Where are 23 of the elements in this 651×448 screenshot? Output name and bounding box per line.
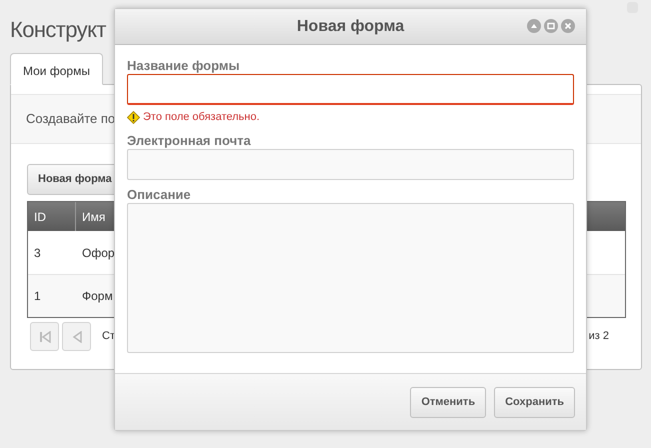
page-label: Ст xyxy=(102,329,115,344)
close-icon[interactable] xyxy=(561,19,575,33)
dialog-button[interactable]: Отменить xyxy=(410,386,486,418)
field-label: Электронная почта xyxy=(127,132,251,148)
table-cell: 3 xyxy=(34,246,41,260)
table-cell: 1 xyxy=(34,289,41,303)
tab[interactable]: Мои формы xyxy=(10,53,103,85)
description-field[interactable] xyxy=(127,202,574,352)
dialog-button[interactable]: Сохранить xyxy=(494,386,575,418)
field-label: Название формы xyxy=(127,58,240,74)
warning-icon xyxy=(127,110,140,124)
previous-page-icon xyxy=(72,330,82,342)
dialog-title: Новая форма xyxy=(296,16,404,36)
page-title: Конструкт xyxy=(10,16,106,44)
input-field[interactable] xyxy=(127,74,574,105)
field-label: Описание xyxy=(127,186,191,202)
first-page-icon xyxy=(38,330,50,342)
table-cell: Форм xyxy=(82,289,113,303)
table-cell: Офор xyxy=(82,246,115,260)
maximize-icon[interactable] xyxy=(544,19,558,33)
collapse-icon[interactable] xyxy=(527,19,541,33)
page-total: из 2 xyxy=(588,329,609,344)
error-message: Это поле обязательно. xyxy=(143,110,260,125)
